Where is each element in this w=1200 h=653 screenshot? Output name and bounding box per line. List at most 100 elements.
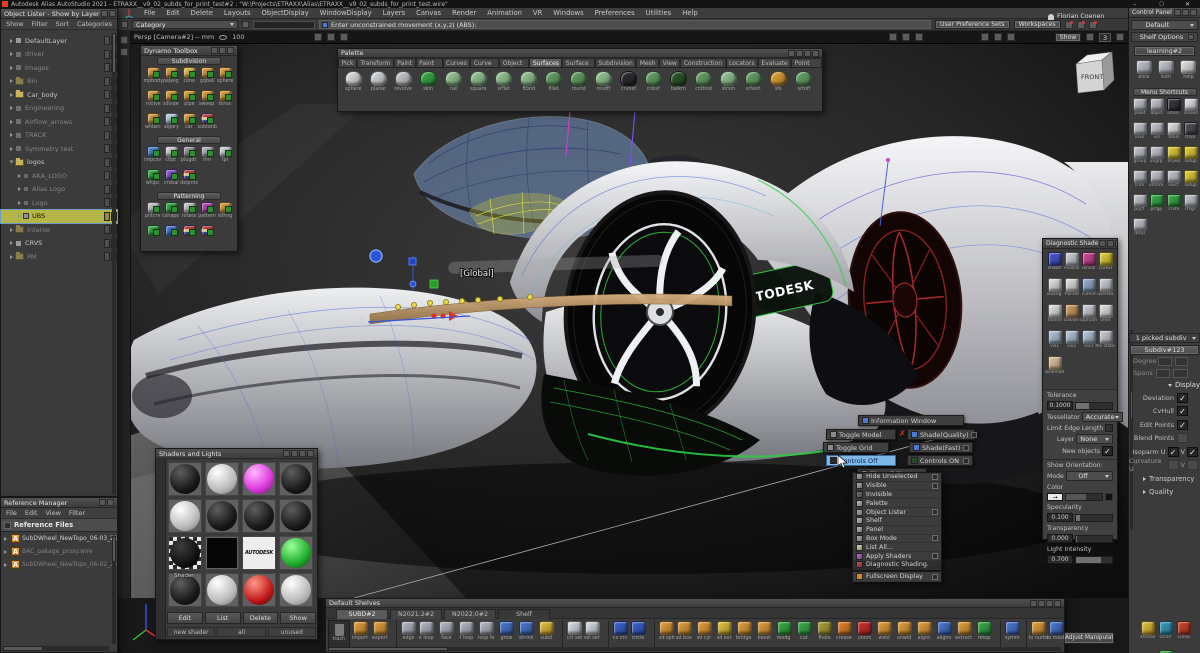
controls-on-button[interactable]: Controls ON [907,455,973,466]
shelves-hscrollbar[interactable] [328,647,1062,651]
shelf-tool[interactable]: sd ext [714,620,734,650]
palette-tab[interactable]: Transform [357,58,394,68]
palette-tool[interactable]: srtoff [791,70,816,108]
maximize-button[interactable]: ▢ [1149,1,1174,7]
light-intensity-slider[interactable] [1075,556,1113,564]
control-panel-titlebar[interactable]: Control Panel [1129,8,1200,18]
object-lister-menu-item[interactable]: Sort [56,20,69,28]
snap-icon-3[interactable] [340,33,348,41]
expand-arrow-icon[interactable] [10,66,13,70]
layer-pick-toggle[interactable] [104,77,110,86]
dynamo-tool[interactable]: whlarc [144,112,162,135]
menu-item[interactable]: Render [452,9,476,17]
menu-item[interactable]: Help [682,9,698,17]
dynamo-tool[interactable] [162,224,180,247]
dynamo-tool[interactable]: cone [180,66,198,89]
dock-icon[interactable] [101,10,108,17]
dock-icon[interactable] [99,499,106,506]
expand-arrow-icon[interactable] [10,52,13,56]
expand-arrow-icon[interactable] [10,79,13,83]
diagnostic-tool[interactable]: evalcol [1063,251,1080,277]
expand-arrow-icon[interactable] [18,214,21,218]
layer-row[interactable]: DefaultLayer [1,34,117,48]
shelf-tool[interactable]: grow [496,620,516,650]
dynamo-tool[interactable]: impcsv [144,145,162,168]
shortcut-tool[interactable]: dstyl [1131,217,1148,241]
quick-tool[interactable]: help [1178,59,1198,85]
diagnostic-tool[interactable]: usertex [1097,277,1114,303]
dynamo-section-subdivision[interactable]: Subdivision [157,57,221,65]
diagnostic-tool[interactable]: vis2 [1063,329,1080,355]
palette-tool[interactable]: crvnet [616,70,641,108]
palette-tab[interactable]: Paint [394,58,416,68]
dock-icon[interactable] [1099,240,1106,247]
diagnostic-tool[interactable]: file state [1097,329,1114,355]
diagnostic-tool[interactable]: curevl [1097,251,1114,277]
limit-edge-field[interactable] [1105,424,1113,432]
palette-tool[interactable]: sphere [341,70,366,108]
shelf-tool[interactable]: subd [536,620,556,650]
controls-on-checkbox[interactable] [963,458,969,464]
collapse-icon[interactable] [219,47,226,54]
pane-icon-2[interactable] [994,33,1002,41]
dynamo-tool[interactable]: pejwig [162,66,180,89]
workspace-icon-1[interactable] [1065,21,1073,29]
palette-tool[interactable]: srfesh [741,70,766,108]
shaders-left-strip[interactable] [156,459,166,639]
quick-tool[interactable]: elvis [1134,59,1154,85]
degree-v-field[interactable] [1175,357,1189,366]
workspaces-button[interactable]: Workspaces [1014,20,1061,29]
close-icon[interactable] [107,499,114,506]
shelf-tool[interactable]: sd box [674,620,694,650]
reference-vscrollbar[interactable] [112,536,116,644]
layer-pick-toggle[interactable] [104,104,110,113]
tolerance-value[interactable]: 0.1000 [1047,401,1073,410]
expand-arrow-icon[interactable] [10,93,13,97]
diagnostic-tool[interactable]: horver [1063,277,1080,303]
color-box[interactable] [1105,493,1113,501]
layer-row[interactable]: driver [1,48,117,62]
context-menu-item[interactable]: Visible [853,482,941,491]
expand-icon[interactable] [1116,33,1124,41]
curvature-v-checkbox[interactable] [1187,460,1198,470]
filter-icon[interactable] [242,21,249,28]
workspace-icon-3[interactable] [1089,21,1097,29]
display-row-checkbox[interactable]: ✓ [1177,393,1188,403]
minimize-icon[interactable] [291,450,298,457]
expand-arrow-icon[interactable] [10,255,13,259]
diagnostic-tool[interactable]: rancol [1080,251,1097,277]
layer-row[interactable]: CRVS [1,237,117,251]
palette-tool[interactable]: strsm [716,70,741,108]
expand-arrow-icon[interactable] [10,39,13,43]
diagnostic-shade-titlebar[interactable]: Diagnostic Shade [1043,239,1117,249]
shortcut-tool[interactable]: ungrp [1148,145,1165,169]
dynamo-section-general[interactable]: General [157,136,221,144]
color-swatch-button[interactable]: → [1047,493,1063,501]
palette-tool[interactable]: srflet [491,70,516,108]
subdiv-name-button[interactable]: Subdiv#123 [1130,345,1199,355]
shader-swatch[interactable] [205,499,239,533]
dynamo-tool[interactable]: cshape [162,201,180,224]
shelf-tool[interactable]: crease [834,620,854,650]
palette-tab[interactable]: Surface Edit [562,58,594,68]
magnet-icon[interactable] [120,36,128,44]
shelf-tool[interactable]: retop [974,620,994,650]
dynamo-tool[interactable]: torus [216,89,234,112]
object-lister-titlebar[interactable]: Object Lister - Show by Layer [1,9,117,19]
shade-quality-button[interactable]: Shade(Quality) [907,429,975,440]
dynamo-tool[interactable]: plugdt [180,145,198,168]
shelf-tool[interactable]: shrink [516,620,536,650]
pane-icon-1[interactable] [981,33,989,41]
collapse-icon[interactable] [1107,240,1114,247]
context-menu-item[interactable]: Shelf [853,517,941,526]
expand-arrow-icon[interactable] [10,161,14,164]
layer-pick-toggle[interactable] [104,252,110,261]
layer-pick-toggle[interactable] [104,239,110,248]
palette-tool[interactable]: planar [366,70,391,108]
palette-tool[interactable]: msdft [591,70,616,108]
expand-arrow-icon[interactable] [10,106,13,110]
layer-row[interactable]: Bin [1,75,117,89]
layer-row[interactable]: PM [1,250,117,264]
display-row-checkbox[interactable]: ✓ [1177,420,1188,430]
layer-pick-toggle[interactable] [104,131,110,140]
